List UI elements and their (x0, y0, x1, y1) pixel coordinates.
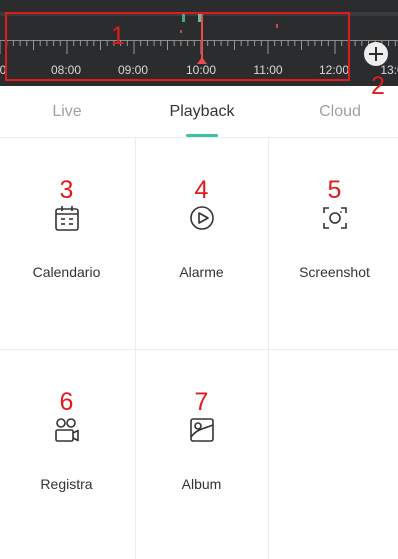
annotation-number: 3 (59, 176, 74, 204)
album-label: Album (181, 476, 222, 492)
annotation-number: 5 (327, 176, 342, 204)
feature-grid: 3 Calendario 4 Alarme 5 Screenshot 6 Reg… (0, 138, 398, 559)
calendar-button[interactable]: 3 Calendario (0, 138, 133, 349)
screenshot-button[interactable]: 5 Screenshot (268, 138, 398, 349)
alarm-play-icon (189, 206, 214, 230)
calendar-label: Calendario (32, 264, 101, 280)
tab-cloud[interactable]: Cloud (319, 103, 361, 121)
annotation-number: 7 (194, 388, 209, 416)
annotation-number: 4 (194, 176, 209, 204)
tab-live[interactable]: Live (52, 103, 81, 121)
record-button[interactable]: 6 Registra (0, 350, 133, 559)
tab-bar: Live Playback Cloud (0, 86, 398, 138)
annotation-number: 1 (111, 22, 125, 50)
record-label: Registra (40, 476, 93, 492)
screenshot-icon (322, 207, 347, 229)
album-icon (189, 418, 214, 442)
plus-circle-icon[interactable] (364, 42, 388, 66)
screenshot-label: Screenshot (299, 264, 370, 280)
album-button[interactable]: 7 Album (135, 350, 268, 559)
annotation-number: 6 (59, 388, 74, 416)
calendar-icon (54, 206, 79, 231)
annotation-box (5, 12, 350, 81)
tab-playback[interactable]: Playback (170, 103, 235, 121)
alarm-label: Alarme (179, 264, 224, 280)
alarm-button[interactable]: 4 Alarme (135, 138, 268, 349)
record-video-icon (54, 418, 79, 442)
active-tab-indicator (186, 134, 218, 137)
